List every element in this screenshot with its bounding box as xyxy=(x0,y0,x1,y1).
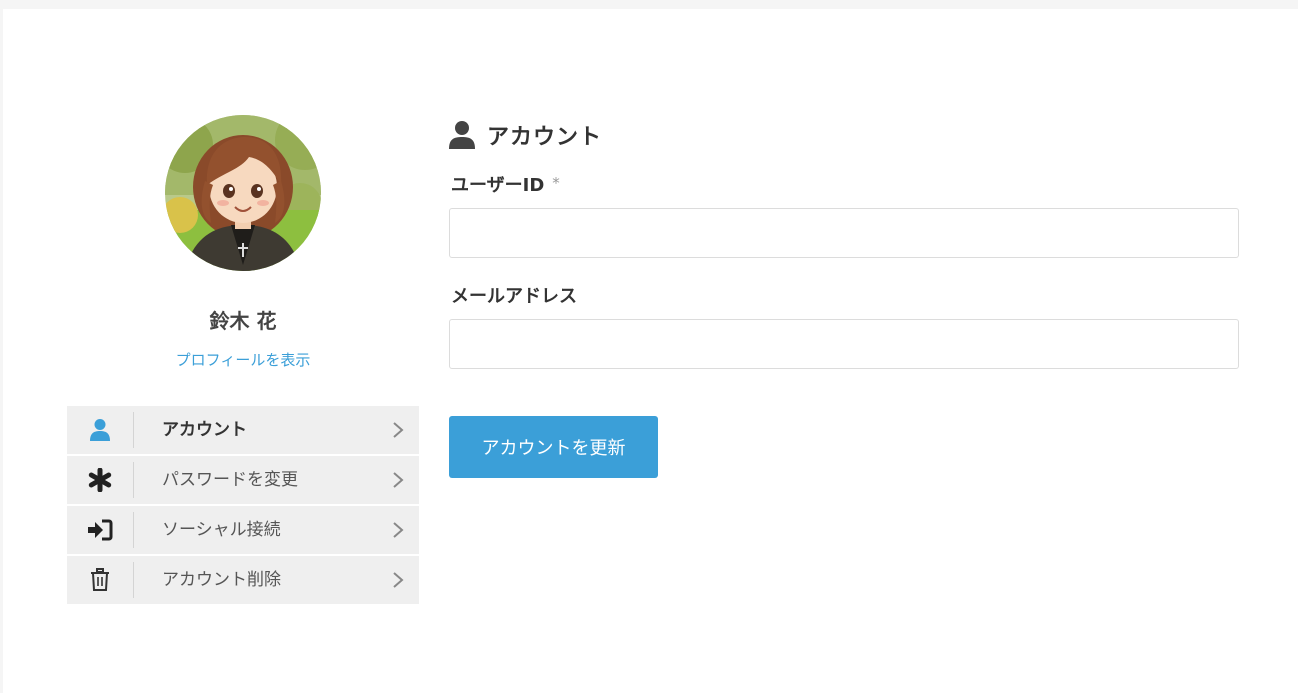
menu-item-label: アカウント削除 xyxy=(162,570,281,590)
required-mark: * xyxy=(552,174,560,192)
user-name: 鈴木 花 xyxy=(209,309,277,333)
page: 鈴木 花 プロフィールを表示 アカウント パスワードを変更 ソーシャル接続 アカ… xyxy=(3,9,1298,693)
menu-item-social-connect[interactable]: ソーシャル接続 xyxy=(67,506,419,554)
account-menu: アカウント パスワードを変更 ソーシャル接続 アカウント削除 xyxy=(67,406,419,606)
chevron-right-icon xyxy=(393,572,404,588)
menu-item-account[interactable]: アカウント xyxy=(67,406,419,454)
sign-in-icon xyxy=(88,519,113,541)
user-icon xyxy=(449,121,475,149)
chevron-right-icon xyxy=(393,522,404,538)
chevron-right-icon xyxy=(393,422,404,438)
menu-item-change-password[interactable]: パスワードを変更 xyxy=(67,456,419,504)
menu-divider xyxy=(133,562,134,598)
user-id-label-text: ユーザーID xyxy=(451,175,545,196)
user-id-label: ユーザーID * xyxy=(451,171,560,197)
menu-item-label: アカウント xyxy=(162,420,247,440)
section-header: アカウント xyxy=(449,119,602,151)
email-input[interactable] xyxy=(449,319,1239,369)
asterisk-icon xyxy=(88,468,112,492)
menu-item-delete-account[interactable]: アカウント削除 xyxy=(67,556,419,604)
menu-item-label: パスワードを変更 xyxy=(162,470,298,490)
email-label: メールアドレス xyxy=(451,286,577,307)
avatar xyxy=(165,115,321,271)
menu-divider xyxy=(133,412,134,448)
menu-divider xyxy=(133,512,134,548)
update-account-button[interactable]: アカウントを更新 xyxy=(449,416,658,478)
user-id-input[interactable] xyxy=(449,208,1239,258)
trash-icon xyxy=(91,568,109,591)
avatar-image xyxy=(165,115,321,271)
view-profile-link[interactable]: プロフィールを表示 xyxy=(67,349,419,370)
menu-item-label: ソーシャル接続 xyxy=(162,520,281,540)
section-title: アカウント xyxy=(487,125,603,150)
user-icon xyxy=(90,419,110,441)
chevron-right-icon xyxy=(393,472,404,488)
menu-divider xyxy=(133,462,134,498)
